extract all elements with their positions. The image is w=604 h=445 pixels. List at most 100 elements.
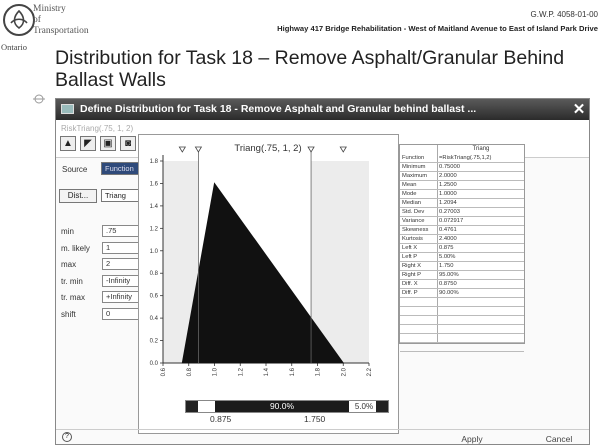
- x-tick-label: 2.2: [367, 367, 373, 376]
- stat-name: Diff. X: [402, 281, 418, 287]
- table-row: Skewness 0.4761: [400, 226, 524, 235]
- apply-button[interactable]: Apply: [447, 433, 497, 444]
- right-delimiter-handle[interactable]: [376, 401, 388, 412]
- ontario-trillium-logo-icon: [3, 4, 35, 36]
- document-id: G.W.P. 4058-01-00: [530, 10, 598, 19]
- stat-name: Mode: [402, 191, 417, 197]
- stat-name: Median: [402, 200, 422, 206]
- x-tick-label: 0.6: [161, 367, 167, 376]
- dialog-titlebar[interactable]: Define Distribution for Task 18 - Remove…: [56, 99, 589, 120]
- range-marker-icon: [339, 146, 347, 153]
- ministry-name: Ministry of Transportation: [33, 4, 89, 37]
- chart-options-icon[interactable]: ◙: [120, 136, 136, 151]
- window-icon: [61, 104, 74, 114]
- stat-value: 2.0000: [439, 173, 457, 179]
- distribution-chart: Triang(.75, 1, 2) 0.0 0.2 0.4 0.6 0.8 1.0 1.2 1.…: [138, 134, 399, 434]
- cancel-button[interactable]: Cancel: [534, 433, 584, 444]
- stat-value: 1.750: [439, 263, 454, 269]
- stat-name: Left X: [402, 245, 418, 251]
- stat-name: Maximum: [402, 173, 428, 179]
- param-label: min: [61, 227, 74, 236]
- formula-text[interactable]: RiskTriang(.75, 1, 2): [61, 124, 133, 133]
- stat-name: Minimum: [402, 164, 426, 170]
- grid-view-icon[interactable]: ▣: [100, 136, 116, 151]
- y-tick-label: 0.8: [150, 271, 159, 277]
- dialog-title: Define Distribution for Task 18 - Remove…: [80, 103, 477, 115]
- y-tick-label: 1.4: [150, 204, 159, 210]
- table-row: [400, 325, 524, 334]
- y-tick-label: 1.8: [150, 159, 159, 165]
- table-row: [400, 343, 524, 352]
- delimiter-slider[interactable]: 90.0% 5.0%: [185, 400, 389, 413]
- stat-value: 0.072917: [439, 218, 464, 224]
- delimiter-marker-icon: [194, 146, 203, 153]
- define-distribution-dialog: Define Distribution for Task 18 - Remove…: [55, 98, 590, 445]
- source-value: Function: [105, 164, 134, 173]
- table-row: Mean 1.2500: [400, 181, 524, 190]
- table-row: Function =RiskTriang(.75,1,2): [400, 154, 524, 163]
- stat-value: =RiskTriang(.75,1,2): [439, 155, 492, 161]
- source-label: Source: [62, 165, 88, 174]
- help-icon[interactable]: ?: [62, 432, 72, 442]
- x-tick-label: 0.8: [187, 367, 193, 376]
- middle-probability: 90.0%: [215, 401, 349, 412]
- stat-name: Skewness: [402, 227, 429, 233]
- x-tick-label: 1.6: [290, 367, 296, 376]
- stat-name: Variance: [402, 218, 425, 224]
- stat-value: 5.00%: [439, 254, 456, 260]
- table-row: Kurtosis 2.4000: [400, 235, 524, 244]
- table-row: Variance 0.072917: [400, 217, 524, 226]
- stat-name: Std. Dev: [402, 209, 425, 215]
- stat-name: Function: [402, 155, 425, 161]
- right-delimiter-value: 1.750: [304, 414, 326, 424]
- param-label: m. likely: [61, 243, 90, 253]
- ministry-line: Transportation: [33, 26, 89, 36]
- table-row: [400, 316, 524, 325]
- stat-value: 1.2094: [439, 200, 457, 206]
- table-row: Maximum 2.0000: [400, 172, 524, 181]
- x-tick-label: 2.0: [341, 367, 347, 376]
- stat-value: 1.0000: [439, 191, 457, 197]
- edit-curve-icon[interactable]: ◤: [80, 136, 96, 151]
- dist-button[interactable]: Dist...: [59, 189, 97, 203]
- distribution-value: Triang: [105, 191, 126, 200]
- stat-name: Mean: [402, 182, 417, 188]
- y-tick-label: 0.6: [150, 294, 159, 300]
- y-tick-label: 1.2: [150, 226, 159, 232]
- slide-title: Distribution for Task 18 – Remove Asphal…: [55, 47, 565, 91]
- table-row: [400, 307, 524, 316]
- x-tick-label: 1.8: [316, 367, 322, 376]
- stat-value: 0.27003: [439, 209, 460, 215]
- param-label: max: [61, 260, 77, 269]
- table-row: Minimum 0.75000: [400, 163, 524, 172]
- param-label: shift: [61, 309, 76, 319]
- table-row: Diff. P 90.00%: [400, 289, 524, 298]
- chart-title: Triang(.75, 1, 2): [234, 143, 301, 154]
- stat-value: 0.875: [439, 245, 454, 251]
- stats-column-header: Triang: [472, 146, 490, 152]
- y-tick-label: 1.0: [150, 249, 159, 255]
- range-marker-icon: [178, 146, 187, 153]
- table-row: Left P 5.00%: [400, 253, 524, 262]
- table-row: Std. Dev 0.27003: [400, 208, 524, 217]
- close-icon[interactable]: ✕: [569, 101, 589, 118]
- statistics-table: Triang Function =RiskTriang(.75,1,2) Minim…: [399, 144, 525, 352]
- x-tick-label: 1.4: [264, 367, 270, 376]
- stat-value: 0.75000: [439, 164, 460, 170]
- table-row: Mode 1.0000: [400, 190, 524, 199]
- y-tick-label: 1.6: [150, 181, 159, 187]
- y-tick-label: 0.0: [150, 361, 159, 367]
- project-header: Highway 417 Bridge Rehabilitation - West…: [277, 24, 598, 33]
- stat-name: Kurtosis: [402, 236, 423, 242]
- triangle-icon[interactable]: ▲: [60, 136, 76, 151]
- param-label: tr. min: [61, 276, 83, 286]
- stat-name: Right P: [402, 272, 422, 278]
- y-tick-label: 0.4: [150, 316, 159, 322]
- left-delimiter-value: 0.875: [210, 414, 232, 424]
- left-delimiter-handle[interactable]: [186, 401, 198, 412]
- table-row: Left X 0.875: [400, 244, 524, 253]
- x-tick-label: 1.2: [238, 367, 244, 376]
- ministry-line: Ministry: [33, 4, 66, 14]
- ministry-line: of: [33, 15, 41, 25]
- y-tick-label: 0.2: [150, 339, 159, 345]
